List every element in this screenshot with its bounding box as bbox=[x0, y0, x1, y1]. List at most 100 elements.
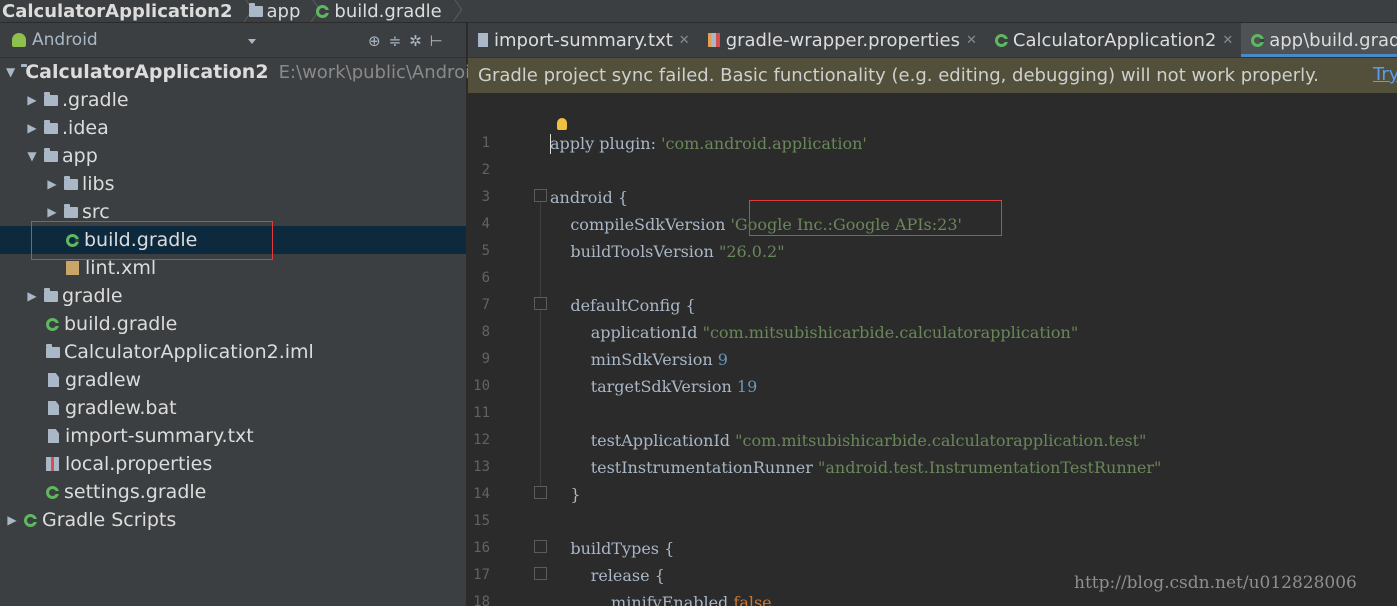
collapsed-arrow-icon[interactable]: ▶ bbox=[46, 177, 58, 191]
breadcrumb-project[interactable]: CalculatorApplication2 bbox=[0, 0, 237, 23]
tree-item[interactable]: ▼ app bbox=[0, 142, 466, 170]
code-string: "com.mitsubishicarbide.calculatorapplica… bbox=[735, 431, 1147, 450]
tab-label: app\build.gradle bbox=[1269, 29, 1397, 51]
code-string: "android.test.InstrumentationTestRunner" bbox=[818, 458, 1162, 477]
project-view-mode: Android bbox=[32, 30, 98, 50]
code-string: 'com.android.application' bbox=[661, 134, 867, 153]
close-icon[interactable]: ✕ bbox=[966, 33, 977, 48]
collapsed-arrow-icon[interactable]: ▶ bbox=[46, 205, 58, 219]
tree-item-label: gradlew bbox=[65, 369, 142, 391]
hide-panel-icon[interactable]: ⊢ bbox=[430, 32, 443, 50]
android-icon bbox=[12, 33, 26, 47]
line-number: 8 bbox=[481, 324, 490, 340]
code-token: buildToolsVersion bbox=[550, 242, 719, 261]
tree-item[interactable]: build.gradle bbox=[0, 310, 466, 338]
tab-app-build-gradle[interactable]: app\build.gradle bbox=[1241, 23, 1397, 57]
tab-calculator-application[interactable]: CalculatorApplication2 ✕ bbox=[985, 23, 1241, 57]
tree-item-label: gradle bbox=[62, 285, 123, 307]
tree-item[interactable]: local.properties bbox=[0, 450, 466, 478]
code-token: testApplicationId bbox=[550, 431, 736, 450]
text-file-icon bbox=[48, 429, 59, 443]
code-keyword: false bbox=[733, 593, 772, 606]
tree-item[interactable]: ▶ gradle bbox=[0, 282, 466, 310]
editor-panel: import-summary.txt ✕ gradle-wrapper.prop… bbox=[468, 23, 1397, 606]
line-number: 16 bbox=[473, 540, 490, 556]
tab-import-summary[interactable]: import-summary.txt ✕ bbox=[468, 23, 698, 57]
fold-collapse-icon[interactable] bbox=[534, 297, 547, 310]
lightbulb-icon[interactable] bbox=[557, 118, 567, 130]
collapsed-arrow-icon[interactable]: ▶ bbox=[26, 93, 38, 107]
tree-item[interactable]: import-summary.txt bbox=[0, 422, 466, 450]
folder-icon bbox=[44, 119, 58, 134]
gradle-icon bbox=[316, 4, 330, 18]
file-icon bbox=[48, 373, 59, 387]
gear-icon[interactable]: ✲ bbox=[409, 32, 422, 50]
expand-arrow-icon[interactable]: ▼ bbox=[26, 149, 38, 163]
close-icon[interactable]: ✕ bbox=[1222, 33, 1233, 48]
tree-item-label: gradlew.bat bbox=[65, 397, 177, 419]
tree-item-label: .gradle bbox=[62, 89, 129, 111]
line-number: 12 bbox=[473, 432, 490, 448]
tree-item-label: local.properties bbox=[65, 453, 213, 475]
code-line: minSdkVersion 9 bbox=[550, 350, 728, 369]
tree-item-label: Gradle Scripts bbox=[42, 509, 177, 531]
tab-label: import-summary.txt bbox=[494, 29, 673, 51]
project-view-selector[interactable]: Android ⊕ ≑ ✲ ⊢ bbox=[0, 23, 466, 58]
collapsed-arrow-icon[interactable]: ▶ bbox=[6, 513, 18, 527]
breadcrumb-separator-icon bbox=[237, 0, 247, 23]
code-token: testInstrumentationRunner bbox=[550, 458, 819, 477]
close-icon[interactable]: ✕ bbox=[679, 33, 690, 48]
code-string: "com.mitsubishicarbide.calculatorapplica… bbox=[702, 323, 1079, 342]
annotation-highlight-box bbox=[31, 221, 273, 260]
tab-gradle-wrapper-properties[interactable]: gradle-wrapper.properties ✕ bbox=[698, 23, 985, 57]
chevron-down-icon[interactable] bbox=[248, 39, 256, 44]
tab-label: CalculatorApplication2 bbox=[1012, 29, 1217, 51]
tree-item-label: settings.gradle bbox=[64, 481, 207, 503]
line-number-gutter: 1 2 3 4 5 6 7 8 9 10 11 12 13 14 15 16 1… bbox=[468, 94, 512, 606]
code-token: minifyEnabled bbox=[550, 593, 734, 606]
folder-icon bbox=[64, 175, 78, 190]
line-number: 5 bbox=[481, 243, 490, 259]
tree-item[interactable]: gradlew bbox=[0, 366, 466, 394]
breadcrumb-module[interactable]: app bbox=[247, 0, 305, 23]
line-number: 3 bbox=[481, 189, 490, 205]
line-number: 10 bbox=[473, 378, 490, 394]
code-editor[interactable]: 1 2 3 4 5 6 7 8 9 10 11 12 13 14 15 16 1… bbox=[468, 94, 1397, 606]
tree-item[interactable]: settings.gradle bbox=[0, 478, 466, 506]
tree-item[interactable]: ▼ CalculatorApplication2 E:\work\public\… bbox=[0, 58, 491, 86]
code-token: plugin: bbox=[594, 134, 662, 153]
fold-collapse-icon[interactable] bbox=[534, 567, 547, 580]
fold-collapse-icon[interactable] bbox=[534, 540, 547, 553]
line-number: 1 bbox=[481, 135, 490, 151]
code-line: defaultConfig { bbox=[550, 296, 696, 315]
tree-item[interactable]: gradlew.bat bbox=[0, 394, 466, 422]
tree-item[interactable]: CalculatorApplication2.iml bbox=[0, 338, 466, 366]
breadcrumb-project-label: CalculatorApplication2 bbox=[2, 0, 233, 22]
iml-file-icon bbox=[46, 343, 60, 358]
tree-item[interactable]: ▶ libs bbox=[0, 170, 466, 198]
fold-collapse-icon[interactable] bbox=[534, 189, 547, 202]
tree-item[interactable]: ▶ .idea bbox=[0, 114, 466, 142]
try-again-link[interactable]: Try bbox=[1373, 64, 1397, 85]
code-line: applicationId "com.mitsubishicarbide.cal… bbox=[550, 323, 1078, 342]
line-number: 15 bbox=[473, 513, 490, 529]
code-line: release { bbox=[550, 566, 665, 585]
tree-item-path: E:\work\public\Android_ bbox=[278, 61, 491, 83]
code-line: targetSdkVersion 19 bbox=[550, 377, 758, 396]
breadcrumb-file[interactable]: build.gradle bbox=[314, 0, 445, 23]
breadcrumb: CalculatorApplication2 app build.gradle bbox=[0, 0, 1397, 23]
collapsed-arrow-icon[interactable]: ▶ bbox=[26, 121, 38, 135]
sync-target-icon[interactable]: ⊕ bbox=[368, 32, 381, 50]
expand-arrow-icon[interactable]: ▼ bbox=[6, 65, 15, 79]
fold-guide bbox=[540, 198, 541, 494]
tree-item[interactable]: ▶ Gradle Scripts bbox=[0, 506, 466, 534]
tree-item-label: CalculatorApplication2.iml bbox=[64, 341, 314, 363]
collapsed-arrow-icon[interactable]: ▶ bbox=[26, 289, 38, 303]
collapse-all-icon[interactable]: ≑ bbox=[389, 32, 402, 50]
tree-item[interactable]: ▶ .gradle bbox=[0, 86, 466, 114]
properties-file-icon bbox=[46, 457, 59, 471]
tree-item-label: lint.xml bbox=[85, 257, 157, 279]
code-token: compileSdkVersion bbox=[550, 215, 731, 234]
properties-file-icon bbox=[707, 33, 720, 47]
fold-end-icon[interactable] bbox=[534, 486, 547, 499]
